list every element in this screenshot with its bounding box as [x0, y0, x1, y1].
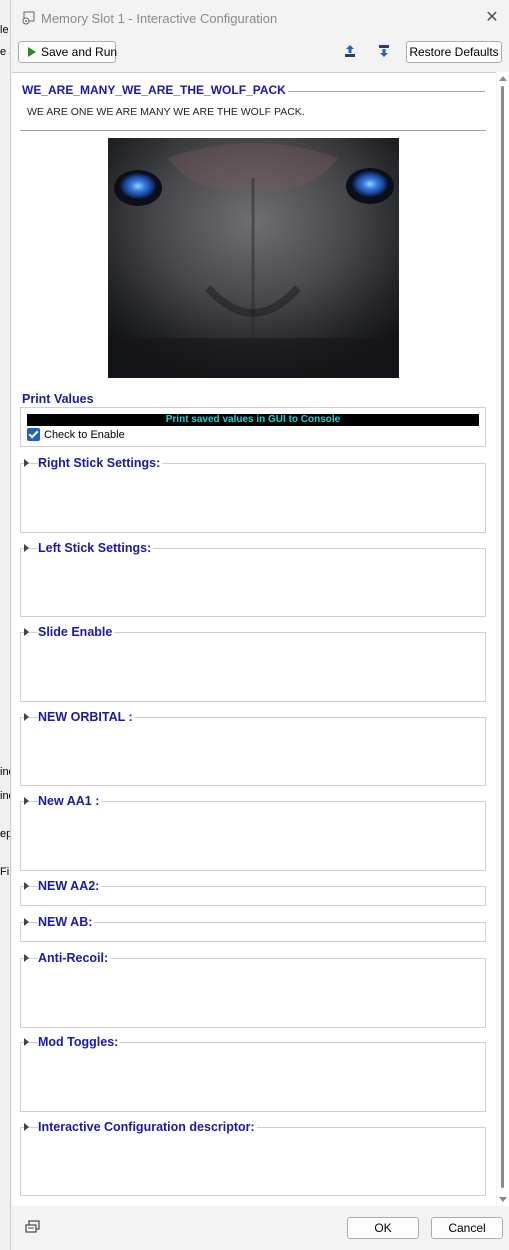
- download-icon[interactable]: [377, 44, 391, 58]
- left-stick-settings-box: [20, 548, 486, 617]
- ok-button[interactable]: OK: [347, 1217, 419, 1239]
- background-text: inc: [0, 790, 10, 802]
- save-and-run-button[interactable]: Save and Run: [18, 41, 118, 63]
- section-divider: [20, 130, 486, 131]
- wolf-image: [108, 138, 399, 378]
- section-label: NEW AA2:: [38, 879, 102, 893]
- scroll-up-icon[interactable]: [499, 76, 507, 81]
- expand-triangle-icon: [24, 882, 29, 890]
- config-dialog: Memory Slot 1 - Interactive Configuratio…: [10, 0, 509, 1250]
- expand-triangle-icon: [24, 1123, 29, 1131]
- close-icon[interactable]: ✕: [482, 8, 502, 28]
- background-text: le: [0, 24, 9, 36]
- vertical-scrollbar[interactable]: [497, 72, 509, 1206]
- scroll-down-icon[interactable]: [499, 1197, 507, 1202]
- section-label: New AA1 :: [38, 794, 102, 808]
- background-app-strip: le e S inc inc ep Fi: [0, 0, 10, 1250]
- expand-triangle-icon: [24, 918, 29, 926]
- app-settings-icon: [22, 11, 35, 25]
- section-label: Right Stick Settings:: [38, 456, 163, 470]
- save-and-run-label: Save and Run: [41, 45, 118, 59]
- expand-triangle-icon: [24, 459, 29, 467]
- right-stick-settings-box: [20, 463, 486, 533]
- config-title-text: WE_ARE_MANY_WE_ARE_THE_WOLF_PACK: [22, 83, 288, 97]
- section-label: Interactive Configuration descriptor:: [38, 1120, 257, 1134]
- expand-triangle-icon: [24, 544, 29, 552]
- expand-triangle-icon: [24, 1038, 29, 1046]
- background-text: Fi: [0, 866, 10, 878]
- config-descriptor-box: [20, 1127, 486, 1196]
- scroll-thumb[interactable]: [501, 86, 504, 1188]
- play-icon: [28, 47, 36, 57]
- enable-print-checkbox[interactable]: [27, 428, 40, 441]
- config-title: WE_ARE_MANY_WE_ARE_THE_WOLF_PACK: [22, 83, 288, 97]
- expand-triangle-icon: [24, 954, 29, 962]
- dialog-footer: OK Cancel: [11, 1208, 509, 1250]
- window-title: Memory Slot 1 - Interactive Configuratio…: [41, 11, 278, 26]
- section-label: NEW ORBITAL :: [38, 710, 135, 724]
- upload-icon[interactable]: [343, 44, 357, 58]
- slide-enable-box: [20, 632, 486, 702]
- expand-triangle-icon: [24, 628, 29, 636]
- toolbar: Save and Run Restore Defaults: [11, 38, 509, 68]
- background-text: ep: [0, 828, 10, 840]
- config-subtitle: WE ARE ONE WE ARE MANY WE ARE THE WOLF P…: [27, 106, 305, 118]
- cancel-button[interactable]: Cancel: [431, 1217, 503, 1239]
- section-label: Slide Enable: [38, 625, 115, 639]
- section-label: Left Stick Settings:: [38, 541, 154, 555]
- expand-triangle-icon: [24, 797, 29, 805]
- print-values-title: Print Values: [22, 392, 96, 406]
- scroll-content: WE_ARE_MANY_WE_ARE_THE_WOLF_PACK WE ARE …: [12, 72, 496, 1206]
- restore-defaults-button[interactable]: Restore Defaults: [406, 41, 502, 63]
- new-orbital-box: [20, 717, 486, 786]
- new-aa1-box: [20, 801, 486, 871]
- background-text: inc: [0, 766, 10, 778]
- console-icon[interactable]: [25, 1220, 41, 1234]
- enable-print-label: Check to Enable: [44, 429, 125, 441]
- anti-recoil-box: [20, 958, 486, 1028]
- title-bar: Memory Slot 1 - Interactive Configuratio…: [11, 0, 509, 36]
- mod-toggles-box: [20, 1042, 486, 1112]
- print-values-banner: Print saved values in GUI to Console: [27, 414, 479, 426]
- print-values-group: [20, 407, 486, 447]
- section-label: NEW AB:: [38, 915, 95, 929]
- background-text: e S: [0, 46, 10, 58]
- section-label: Mod Toggles:: [38, 1035, 121, 1049]
- section-label: Anti-Recoil:: [38, 951, 111, 965]
- expand-triangle-icon: [24, 713, 29, 721]
